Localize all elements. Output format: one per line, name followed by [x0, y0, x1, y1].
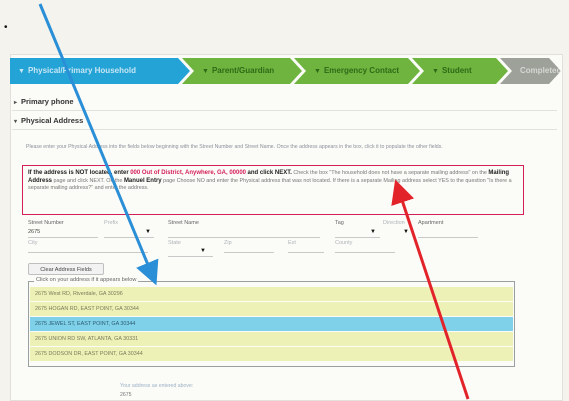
red-arrow-icon — [391, 179, 470, 400]
annotation-arrows — [38, 3, 470, 400]
blue-arrow-icon — [38, 3, 159, 286]
